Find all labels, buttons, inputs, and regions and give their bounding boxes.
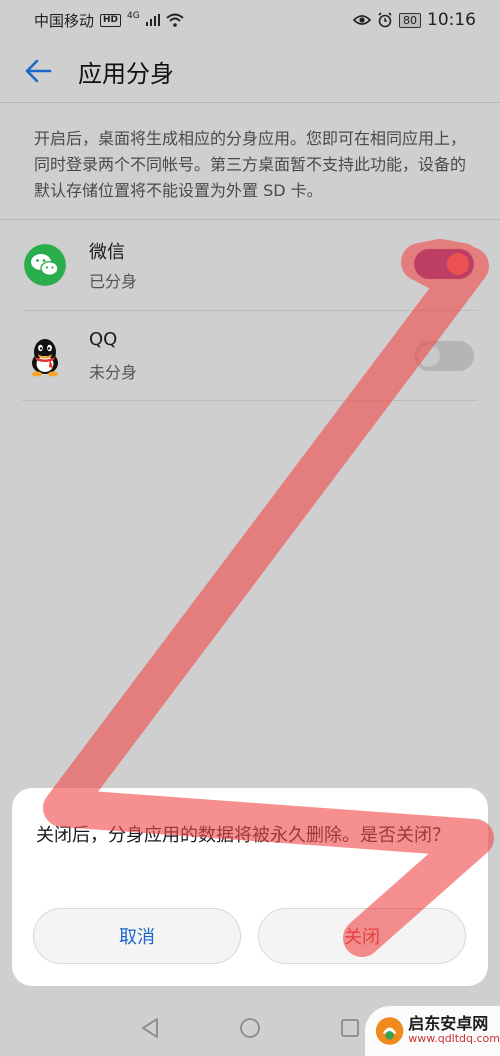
status-left: 中国移动 HD 4G bbox=[34, 10, 184, 31]
toggle-knob bbox=[418, 345, 440, 367]
status-right: 80 10:16 bbox=[353, 10, 476, 30]
qq-icon bbox=[32, 339, 58, 377]
app-name-wechat: 微信 bbox=[89, 242, 125, 263]
page-title: 应用分身 bbox=[78, 59, 174, 88]
nav-back-icon[interactable] bbox=[139, 1017, 161, 1039]
dialog-message: 关闭后，分身应用的数据将被永久删除。是否关闭？ bbox=[36, 825, 450, 846]
watermark-url: www.qdltdq.com bbox=[408, 1032, 500, 1045]
app-row-qq[interactable]: QQ 未分身 bbox=[0, 311, 500, 401]
back-arrow-icon bbox=[25, 59, 52, 83]
app-name-qq: QQ bbox=[89, 329, 118, 350]
wechat-icon bbox=[24, 244, 66, 286]
watermark-text: 启东安卓网 www.qdltdq.com bbox=[408, 1016, 500, 1046]
app-header: 应用分身 bbox=[0, 40, 500, 102]
row-divider bbox=[22, 400, 478, 401]
toggle-knob bbox=[447, 253, 469, 275]
eye-icon bbox=[353, 15, 371, 25]
nav-recents-icon[interactable] bbox=[339, 1017, 361, 1039]
watermark-logo-icon bbox=[375, 1017, 404, 1045]
close-confirm-button[interactable]: 关闭 bbox=[258, 908, 466, 964]
network-type: 4G bbox=[127, 11, 140, 21]
carrier-name: 中国移动 bbox=[34, 11, 95, 30]
clock: 10:16 bbox=[427, 10, 476, 30]
signal-icon bbox=[145, 14, 160, 26]
qq-clone-toggle[interactable] bbox=[414, 341, 474, 371]
status-bar: 中国移动 HD 4G 80 10:16 bbox=[0, 0, 500, 40]
wifi-icon bbox=[166, 13, 184, 27]
header-divider bbox=[0, 102, 500, 103]
feature-description: 开启后，桌面将生成相应的分身应用。您即可在相同应用上，同时登录两个不同帐号。第三… bbox=[34, 129, 467, 200]
back-button[interactable] bbox=[20, 53, 56, 89]
app-status-qq: 未分身 bbox=[89, 363, 138, 382]
alarm-icon bbox=[378, 12, 392, 28]
app-status-wechat: 已分身 bbox=[89, 272, 138, 291]
app-row-wechat[interactable]: 微信 已分身 bbox=[0, 220, 500, 310]
hd-badge: HD bbox=[100, 13, 122, 27]
watermark-title: 启东安卓网 bbox=[408, 1014, 489, 1033]
nav-home-icon[interactable] bbox=[239, 1017, 261, 1039]
wechat-clone-toggle[interactable] bbox=[414, 249, 474, 279]
confirm-dialog: 关闭后，分身应用的数据将被永久删除。是否关闭？ 取消 关闭 bbox=[12, 788, 488, 986]
site-watermark: 启东安卓网 www.qdltdq.com bbox=[365, 1006, 500, 1056]
battery-indicator: 80 bbox=[399, 12, 421, 28]
cancel-button[interactable]: 取消 bbox=[33, 908, 241, 964]
